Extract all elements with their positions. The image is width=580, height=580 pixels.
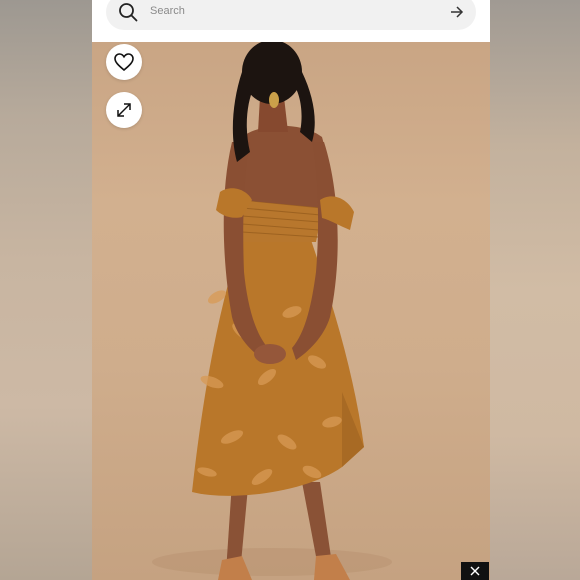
blurred-backdrop-right — [490, 0, 580, 580]
blurred-backdrop-left — [0, 0, 92, 580]
heart-icon — [114, 53, 134, 71]
model-illustration — [152, 42, 392, 580]
close-button[interactable] — [461, 562, 489, 580]
expand-icon — [117, 103, 131, 117]
search-bar[interactable]: Search — [106, 0, 476, 30]
screen: Search — [0, 0, 580, 580]
like-button[interactable] — [106, 44, 142, 80]
expand-button[interactable] — [106, 92, 142, 128]
product-photo — [92, 42, 490, 580]
arrow-right-icon[interactable] — [450, 5, 464, 19]
search-icon[interactable] — [118, 2, 138, 22]
search-input[interactable]: Search — [150, 5, 185, 17]
close-icon — [470, 566, 480, 576]
